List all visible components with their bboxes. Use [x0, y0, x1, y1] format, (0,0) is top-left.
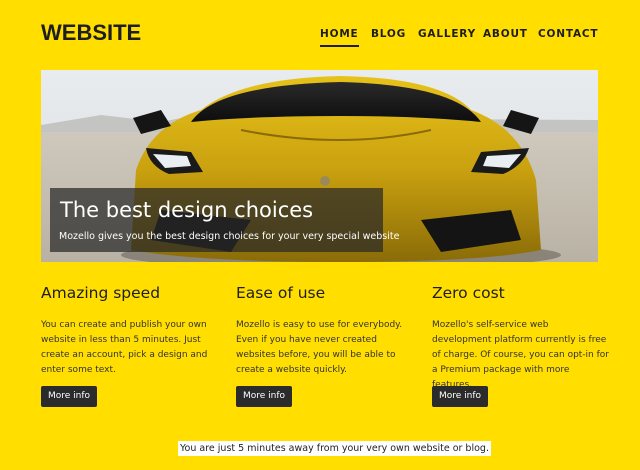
hero-banner: The best design choices Mozello gives yo… [41, 70, 598, 262]
main-nav: HOME BLOG GALLERY ABOUT CONTACT [0, 28, 640, 48]
nav-gallery[interactable]: GALLERY [418, 28, 476, 40]
feature-title: Amazing speed [41, 284, 161, 302]
footer-note: You are just 5 minutes away from your ve… [178, 441, 491, 456]
feature-cost: Zero cost Mozello's self-service web dev… [432, 284, 622, 407]
hero-title: The best design choices [60, 198, 314, 222]
nav-contact[interactable]: CONTACT [538, 28, 598, 40]
nav-about[interactable]: ABOUT [483, 28, 528, 40]
hero-caption: The best design choices Mozello gives yo… [50, 188, 399, 252]
feature-ease: Ease of use Mozello is easy to use for e… [236, 284, 426, 407]
nav-blog[interactable]: BLOG [371, 28, 406, 40]
feature-text: Mozello's self-service web development p… [432, 320, 609, 390]
feature-title: Ease of use [236, 284, 326, 302]
more-info-button[interactable]: More info [236, 386, 293, 407]
feature-title: Zero cost [432, 284, 505, 302]
nav-home[interactable]: HOME [320, 28, 359, 47]
feature-speed: Amazing speed You can create and publish… [41, 284, 231, 407]
feature-text: Mozello is easy to use for everybody. Ev… [236, 320, 403, 375]
hero-subtitle: Mozello gives you the best design choice… [59, 231, 400, 242]
feature-text: You can create and publish your own webs… [41, 320, 208, 375]
more-info-button[interactable]: More info [432, 386, 489, 407]
more-info-button[interactable]: More info [41, 386, 98, 407]
